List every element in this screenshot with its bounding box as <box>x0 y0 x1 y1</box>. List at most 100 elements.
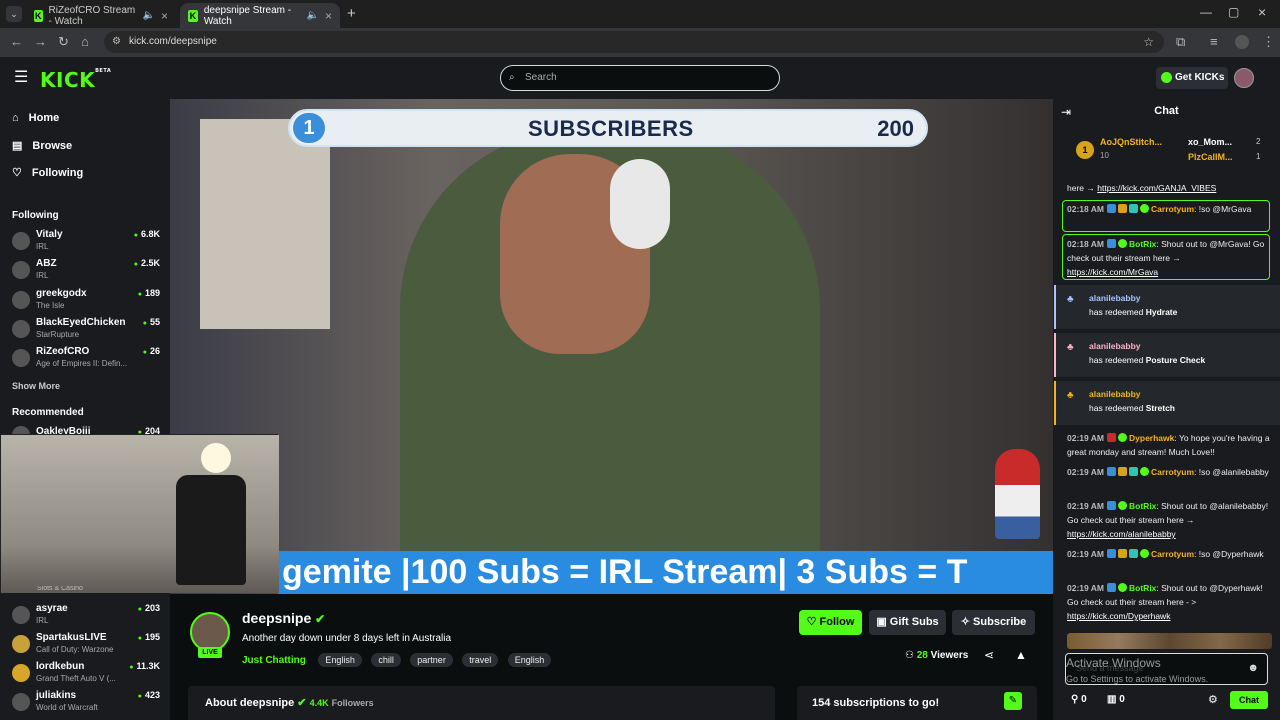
close-tab-icon[interactable]: × <box>325 9 332 23</box>
username[interactable]: BotRix <box>1129 239 1156 249</box>
sidebar-channel[interactable]: RiZeofCRO Age of Empires II: Defin... 26 <box>12 346 162 374</box>
sidebar-channel[interactable]: SpartakusLIVE Call of Duty: Warzone 195 <box>12 632 162 660</box>
timestamp: 02:19 AM <box>1067 549 1105 559</box>
gift-subs-button[interactable]: ▣ Gift Subs <box>869 610 946 635</box>
channel-name[interactable]: deepsnipe ✔ <box>242 610 325 626</box>
subscribe-button[interactable]: ✧ Subscribe <box>952 610 1035 635</box>
goal-edit-icon[interactable]: ✎ <box>1004 692 1022 710</box>
redeem-event: ♣ alanilebabby has redeemed Stretch <box>1054 381 1280 425</box>
message-text: !so @Dyperhawk <box>1198 549 1264 559</box>
logo-text: KICK <box>40 68 96 92</box>
sidebar-channel[interactable]: greekgodx The Isle 189 <box>12 288 162 316</box>
reload-icon[interactable]: ↻ <box>58 34 69 50</box>
username[interactable]: Carrotyum <box>1151 204 1194 214</box>
forward-icon[interactable]: → <box>34 34 47 49</box>
browser-tab-rizeofcro[interactable]: K RiZeofCRO Stream - Watch 🔈 × <box>26 3 176 28</box>
menu-icon[interactable]: ⋮ <box>1262 34 1275 50</box>
tab-search-icon[interactable]: ⌄ <box>6 6 22 22</box>
get-kicks-button[interactable]: Get KICKs <box>1156 67 1228 89</box>
minimize-icon[interactable]: — <box>1200 5 1212 19</box>
message-link[interactable]: https://kick.com/MrGava <box>1067 267 1158 277</box>
tag[interactable]: travel <box>462 653 499 667</box>
back-icon[interactable]: ← <box>10 34 23 49</box>
tab-title: deepsnipe Stream - Watch <box>203 4 292 27</box>
kick-logo[interactable]: KICKBETA <box>40 68 111 92</box>
bookmark-star-icon[interactable]: ☆ <box>1143 31 1154 53</box>
store-counter[interactable]: ▥ 0 <box>1107 694 1125 705</box>
kicks-counter[interactable]: ⚲ 0 <box>1071 694 1087 705</box>
message-link[interactable]: https://kick.com/Dyperhawk <box>1067 611 1170 621</box>
browser-tab-deepsnipe[interactable]: K deepsnipe Stream - Watch 🔈 × <box>180 3 340 28</box>
profile-avatar[interactable] <box>1235 35 1249 49</box>
heart-icon: ♡ <box>12 167 22 179</box>
username[interactable]: BotRix <box>1129 583 1156 593</box>
sidebar-channel[interactable]: Vitaly IRL 6.8K <box>12 229 162 257</box>
category-link[interactable]: Just Chatting <box>242 655 306 666</box>
show-more-link[interactable]: Show More <box>12 381 60 391</box>
extensions-icon[interactable]: ⧉ <box>1176 34 1185 50</box>
nav-browse[interactable]: ▤ Browse <box>12 139 72 153</box>
username[interactable]: Carrotyum <box>1151 549 1194 559</box>
site-info-icon[interactable]: ⚙ <box>112 31 121 53</box>
maximize-icon[interactable]: ▢ <box>1228 5 1239 19</box>
sidebar-channel[interactable]: juliakins World of Warcraft 423 <box>12 690 162 718</box>
message-text: here → <box>1067 183 1095 193</box>
leaderboard-user[interactable]: PlzCallM... <box>1188 152 1233 162</box>
kick-favicon-icon: K <box>34 9 43 22</box>
redeem-text: has redeemed Posture Check <box>1089 355 1205 365</box>
sidebar-channel[interactable]: lordkebun Grand Theft Auto V (... 11.3K <box>12 661 162 689</box>
tag[interactable]: partner <box>410 653 453 667</box>
close-window-icon[interactable]: × <box>1258 4 1266 20</box>
stream-ticker: gemite |100 Subs = IRL Stream| 3 Subs = … <box>278 551 1053 594</box>
tab-title: RiZeofCRO Stream - Watch <box>48 4 136 27</box>
chat-panel: ⇥ Chat 1 AoJQnStitch... 10 xo_Mom... 2 P… <box>1053 99 1280 720</box>
close-tab-icon[interactable]: × <box>161 9 168 23</box>
home-icon[interactable]: ⌂ <box>81 34 89 49</box>
badge-icon <box>1129 204 1139 213</box>
hamburger-menu-icon[interactable]: ☰ <box>14 67 28 87</box>
send-chat-button[interactable]: Chat <box>1230 691 1268 709</box>
new-tab-icon[interactable]: + <box>347 5 356 22</box>
leaderboard-user[interactable]: AoJQnStitch... <box>1100 137 1162 147</box>
username[interactable]: BotRix <box>1129 501 1156 511</box>
channel-avatar[interactable] <box>190 612 230 652</box>
mini-player[interactable]: Slots & Casino <box>0 434 279 593</box>
search-input[interactable]: ⌕ Search <box>500 65 780 91</box>
username[interactable]: alanilebabby <box>1089 293 1141 303</box>
browse-icon: ▤ <box>12 140 23 152</box>
speaker-icon[interactable]: 🔈 <box>143 10 155 21</box>
follow-label: Follow <box>819 616 855 628</box>
message-link[interactable]: https://kick.com/alanilebabby <box>1067 529 1176 539</box>
gift-leaderboard: 1 AoJQnStitch... 10 xo_Mom... 2 PlzCallM… <box>1071 137 1276 167</box>
follow-button[interactable]: ♡ Follow <box>799 610 862 635</box>
redeem-accent <box>1054 333 1056 377</box>
leaderboard-user[interactable]: xo_Mom... <box>1188 137 1232 147</box>
video-player[interactable]: 1 SUBSCRIBERS 200 gemite |100 Subs = IRL… <box>170 99 1053 594</box>
subs-goal-text: 154 subscriptions to go! <box>812 697 940 709</box>
chat-message: 02:18 AM Carrotyum: !so @MrGava <box>1067 204 1252 214</box>
nav-home[interactable]: ⌂ Home <box>12 112 59 124</box>
viewer-count: 2.5K <box>134 258 160 268</box>
user-avatar[interactable] <box>1234 68 1254 88</box>
viewer-count: 203 <box>138 603 160 613</box>
sidebar-channel[interactable]: ABZ IRL 2.5K <box>12 258 162 286</box>
username[interactable]: alanilebabby <box>1089 389 1141 399</box>
username[interactable]: Carrotyum <box>1151 467 1194 477</box>
share-icon[interactable]: ⋖ <box>984 648 994 662</box>
tag[interactable]: English <box>507 653 552 667</box>
url-field[interactable]: ⚙ kick.com/deepsnipe ☆ <box>104 31 1164 53</box>
sidebar-channel[interactable]: BlackEyedChicken StarRupture 55 <box>12 317 162 345</box>
chat-settings-icon[interactable]: ⚙ <box>1208 693 1218 706</box>
tag[interactable]: English <box>318 653 362 667</box>
speaker-icon[interactable]: 🔈 <box>307 10 319 21</box>
message-link[interactable]: https://kick.com/GANJA_VIBES <box>1097 183 1216 193</box>
tag[interactable]: chill <box>371 653 401 667</box>
sidebar-channel[interactable]: asyrae IRL 203 <box>12 603 162 631</box>
report-icon[interactable]: ▲ <box>1015 648 1027 662</box>
nav-following[interactable]: ♡ Following <box>12 166 83 180</box>
username[interactable]: Dyperhawk <box>1129 433 1174 443</box>
verified-icon <box>1140 549 1150 558</box>
emoji-icon[interactable]: ☻ <box>1247 662 1259 674</box>
username[interactable]: alanilebabby <box>1089 341 1141 351</box>
media-icon[interactable]: ≡ <box>1210 34 1218 49</box>
